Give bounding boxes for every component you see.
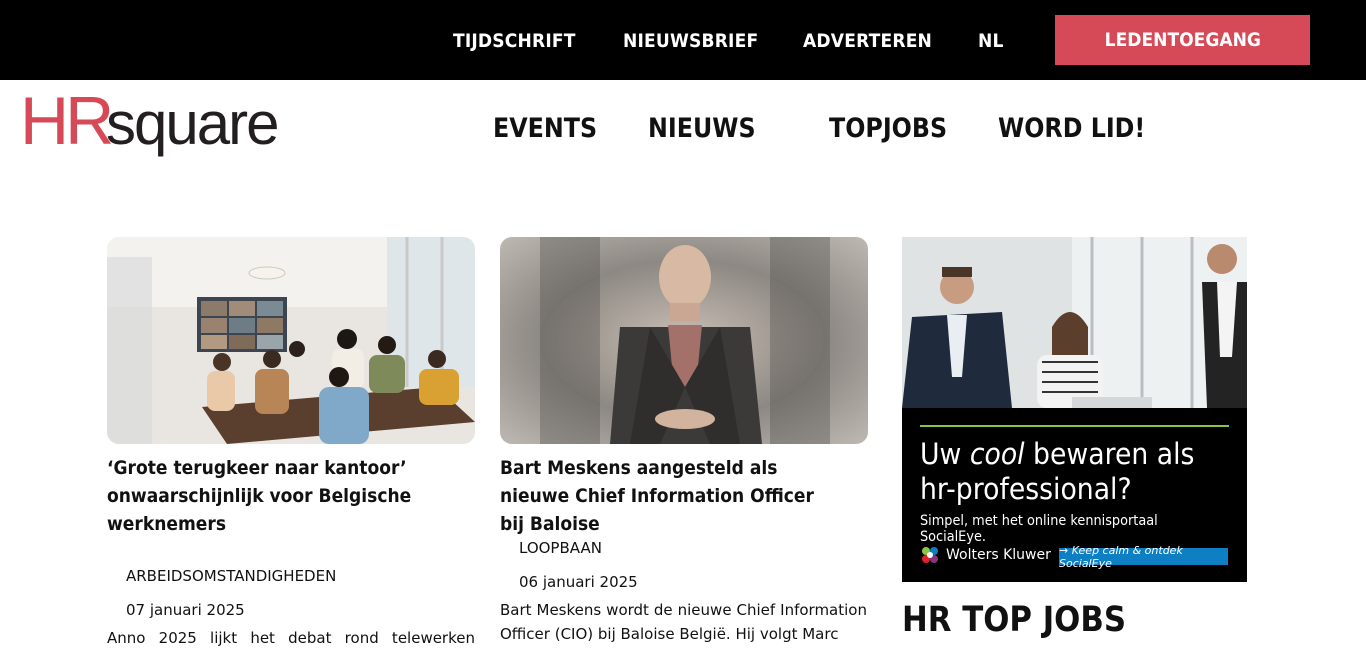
ad-headline: Uw cool bewaren als hr-professional? <box>920 437 1214 507</box>
nav-tijdschrift[interactable]: TIJDSCHRIFT <box>453 30 576 52</box>
hrsquare-logo[interactable]: HR square <box>20 88 320 168</box>
nav-nieuwsbrief[interactable]: NIEUWSBRIEF <box>623 30 758 52</box>
article-1-category[interactable]: ARBEIDSOMSTANDIGHEDEN <box>126 567 336 585</box>
article-2-date: 06 januari 2025 <box>519 573 638 591</box>
article-1-excerpt-text: Anno 2025 lijkt het debat rond telewerke… <box>107 629 475 647</box>
logo-hr-text: HR <box>20 88 111 159</box>
ad-cta-button[interactable]: → Keep calm & ontdek SocialEye <box>1059 544 1228 570</box>
article-1-title[interactable]: ‘Grote terugkeer naar kantoor’ onwaarsch… <box>107 454 476 538</box>
article-1-date: 07 januari 2025 <box>126 601 245 619</box>
article-2-image[interactable] <box>500 237 868 444</box>
nav-adverteren[interactable]: ADVERTEREN <box>803 30 932 52</box>
login-button[interactable]: LEDENTOEGANG <box>1055 15 1310 65</box>
article-1-image[interactable] <box>107 237 475 444</box>
article-2-title[interactable]: Bart Meskens aangesteld als nieuwe Chief… <box>500 454 842 538</box>
article-1-excerpt: Anno 2025 lijkt het debat rond telewerke… <box>107 626 475 650</box>
ad-subtext: Simpel, met het online kennisportaal Soc… <box>920 513 1158 545</box>
ad-photo <box>902 237 1247 408</box>
wolters-kluwer-logo-icon <box>922 547 938 563</box>
article-2-category[interactable]: LOOPBAAN <box>519 539 602 557</box>
top-bar: TIJDSCHRIFT NIEUWSBRIEF ADVERTEREN NL LE… <box>0 0 1366 80</box>
ad-headline-em: cool <box>969 437 1025 471</box>
nav-word-lid[interactable]: WORD LID! <box>998 113 1145 144</box>
language-switch[interactable]: NL <box>978 30 1004 52</box>
ad-headline-part1: Uw <box>920 437 970 471</box>
socialeye-ad[interactable]: Uw cool bewaren als hr-professional? Sim… <box>902 237 1247 582</box>
article-2-excerpt: Bart Meskens wordt de nieuwe Chief Infor… <box>500 601 867 643</box>
login-button-label: LEDENTOEGANG <box>1104 29 1261 51</box>
ad-divider <box>920 425 1229 427</box>
ad-brand-name: Wolters Kluwer <box>946 547 1051 563</box>
nav-topjobs[interactable]: TOPJOBS <box>829 113 947 144</box>
nav-events[interactable]: EVENTS <box>493 113 597 144</box>
hr-top-jobs-heading: HR TOP JOBS <box>902 600 1127 640</box>
wolters-kluwer-brand: Wolters Kluwer <box>920 545 1051 565</box>
nav-nieuws[interactable]: NIEUWS <box>648 113 756 144</box>
logo-square-text: square <box>106 90 277 157</box>
